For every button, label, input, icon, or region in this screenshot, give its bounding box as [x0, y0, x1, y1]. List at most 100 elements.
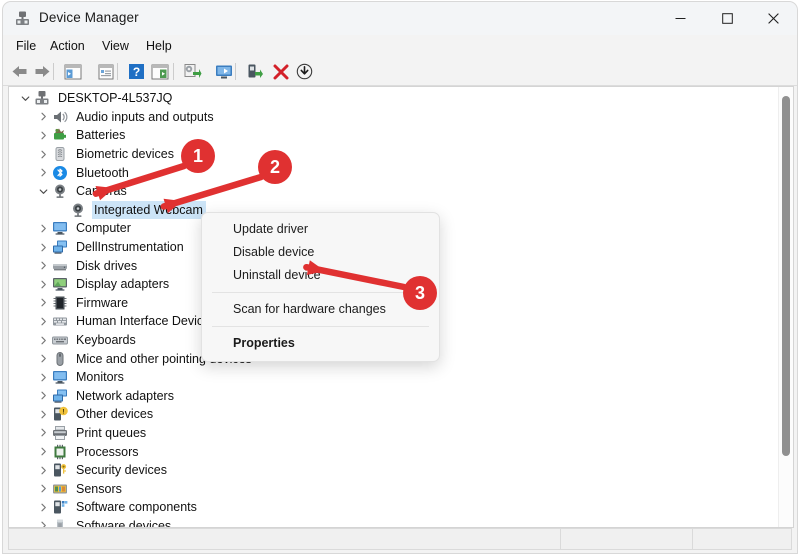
chevron-right-icon[interactable] [35, 145, 51, 163]
context-menu-item-scan-for-hardware-changes[interactable]: Scan for hardware changes [202, 298, 439, 321]
tree-item[interactable]: Software devices [9, 517, 779, 528]
chevron-right-icon[interactable] [35, 126, 51, 144]
chevron-right-icon[interactable] [35, 164, 51, 182]
tree-item[interactable]: Print queues [9, 424, 779, 443]
context-menu-item-update-driver[interactable]: Update driver [202, 218, 439, 241]
processor-icon [51, 444, 69, 460]
chevron-right-icon[interactable] [35, 424, 51, 442]
bluetooth-icon [51, 165, 69, 181]
svg-text:?: ? [133, 65, 140, 79]
tree-item-label: Monitors [76, 370, 124, 385]
maximize-button[interactable] [704, 2, 750, 35]
chevron-right-icon[interactable] [35, 498, 51, 516]
scrollbar-thumb[interactable] [782, 96, 790, 456]
chevron-right-icon[interactable] [35, 108, 51, 126]
chevron-right-icon[interactable] [35, 257, 51, 275]
close-button[interactable] [750, 2, 796, 35]
hid-icon [51, 313, 69, 329]
menu-view[interactable]: View [97, 38, 134, 55]
chevron-right-icon[interactable] [35, 312, 51, 330]
chevron-right-icon[interactable] [35, 517, 51, 527]
tree-item[interactable]: Processors [9, 442, 779, 461]
context-menu-item-disable-device[interactable]: Disable device [202, 241, 439, 264]
tree-item-label: Keyboards [76, 333, 136, 348]
chevron-right-icon[interactable] [35, 331, 51, 349]
tree-item-label: Computer [76, 221, 131, 236]
vertical-scrollbar[interactable] [778, 87, 793, 527]
show-hide-action-pane-icon[interactable] [149, 61, 170, 82]
menu-file[interactable]: File [11, 38, 41, 55]
tree-item[interactable]: Security devices [9, 461, 779, 480]
tree-item-label: Network adapters [76, 388, 174, 403]
network-icon [51, 239, 69, 255]
chevron-right-icon[interactable] [35, 294, 51, 312]
menu-action[interactable]: Action [45, 38, 90, 55]
tree-item[interactable]: Batteries [9, 126, 779, 145]
sensor-icon [51, 481, 69, 497]
status-separator [692, 529, 693, 549]
chevron-right-icon[interactable] [35, 219, 51, 237]
tree-item[interactable]: Network adapters [9, 387, 779, 406]
download-icon[interactable] [294, 61, 315, 82]
context-menu-item-properties[interactable]: Properties [202, 332, 439, 355]
tree-item-label: Security devices [76, 463, 168, 478]
properties-icon[interactable] [95, 61, 116, 82]
chevron-right-icon[interactable] [35, 387, 51, 405]
tree-item[interactable]: Bluetooth [9, 163, 779, 182]
chevron-right-icon[interactable] [35, 275, 51, 293]
chevron-down-icon[interactable] [35, 182, 51, 200]
tree-item-label: Cameras [76, 184, 127, 199]
firmware-icon [51, 295, 69, 311]
minimize-button[interactable] [657, 2, 703, 35]
tree-item[interactable]: Cameras [9, 182, 779, 201]
chevron-right-icon[interactable] [35, 480, 51, 498]
chevron-right-icon[interactable] [35, 350, 51, 368]
fingerprint-icon [51, 146, 69, 162]
status-bar [8, 528, 792, 550]
tree-root-item[interactable]: DESKTOP-4L537JQ [9, 89, 779, 108]
back-icon[interactable] [9, 61, 30, 82]
context-menu: Update driver Disable device Uninstall dev… [201, 212, 440, 362]
enable-device-icon[interactable] [244, 61, 265, 82]
tree-item-label: Bluetooth [76, 165, 129, 180]
tree-item-label: Disk drives [76, 258, 138, 273]
forward-icon[interactable] [32, 61, 53, 82]
tree-item[interactable]: Audio inputs and outputs [9, 108, 779, 127]
help-icon[interactable]: ? [126, 61, 147, 82]
chevron-right-icon[interactable] [35, 443, 51, 461]
other-device-icon: ! [51, 406, 69, 422]
toolbar-separator [117, 63, 118, 80]
toolbar-separator [173, 63, 174, 80]
chevron-right-icon[interactable] [35, 368, 51, 386]
security-icon [51, 462, 69, 478]
chevron-right-icon[interactable] [35, 405, 51, 423]
camera-icon [69, 202, 87, 218]
device-manager-icon [14, 10, 31, 27]
scan-hardware-changes-icon[interactable] [214, 61, 235, 82]
disk-icon [51, 258, 69, 274]
camera-icon [51, 183, 69, 199]
tree-item[interactable]: Monitors [9, 368, 779, 387]
keyboard-icon [51, 332, 69, 348]
chevron-down-icon[interactable] [17, 89, 33, 107]
update-driver-icon[interactable] [182, 61, 203, 82]
toolbar-separator [235, 63, 236, 80]
tree-item-label: Print queues [76, 425, 147, 440]
uninstall-device-icon[interactable] [270, 61, 291, 82]
tree-item[interactable]: Software components [9, 498, 779, 517]
tree-item-label: Integrated Webcam [92, 200, 206, 219]
tree-item-label: Firmware [76, 295, 129, 310]
context-menu-item-uninstall-device[interactable]: Uninstall device [202, 264, 439, 287]
chevron-right-icon[interactable] [35, 461, 51, 479]
tree-item[interactable]: Biometric devices [9, 145, 779, 164]
svg-text:!: ! [62, 409, 64, 416]
context-menu-separator [212, 292, 429, 293]
tree-item-label: Software devices [76, 518, 172, 528]
tree-item[interactable]: Sensors [9, 479, 779, 498]
tree-item[interactable]: ! Other devices [9, 405, 779, 424]
chevron-right-icon[interactable] [35, 238, 51, 256]
show-hide-console-tree-icon[interactable] [62, 61, 83, 82]
menu-help[interactable]: Help [141, 38, 177, 55]
speaker-icon [51, 109, 69, 125]
